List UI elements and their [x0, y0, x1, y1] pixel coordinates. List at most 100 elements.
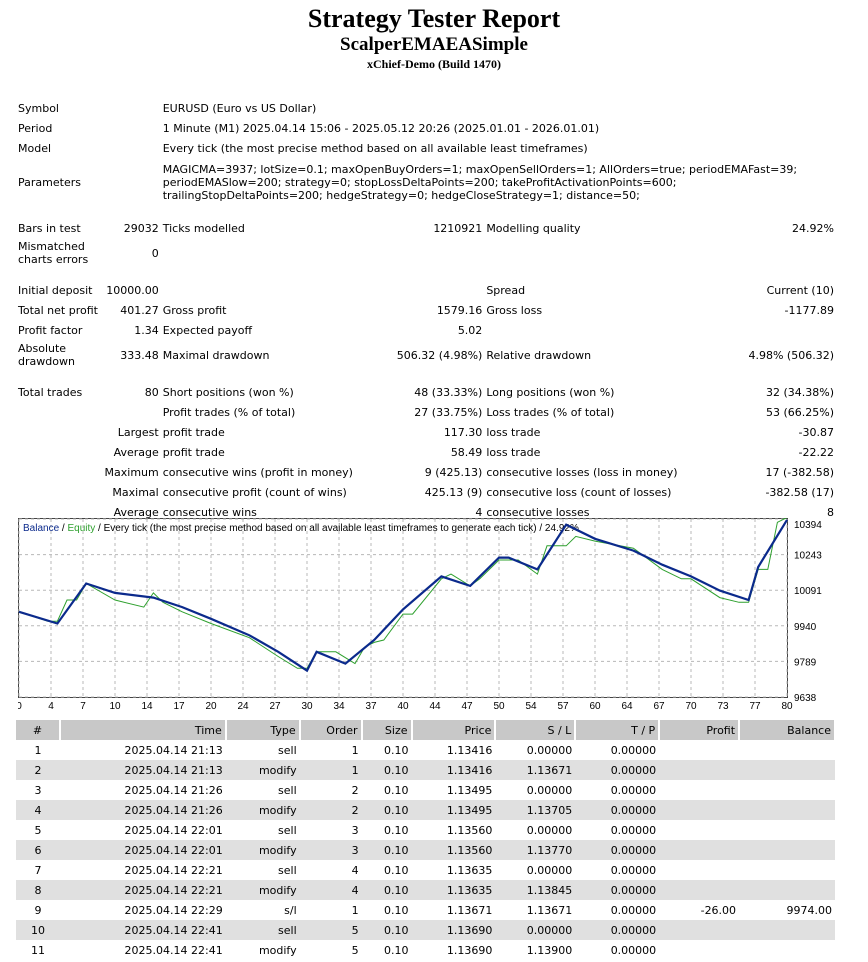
table-row: 10 2025.04.14 22:41 sell 5 0.10 1.13690 0.0000… — [16, 920, 835, 940]
average-loss-value: -22.22 — [798, 445, 834, 459]
table-cell: sell — [278, 743, 297, 757]
table-cell: 1 — [34, 743, 42, 757]
deals-col-header: Type — [225, 720, 301, 740]
largest-profit-label: profit trade — [162, 425, 225, 439]
y-tick-label: 10243 — [794, 551, 822, 562]
table-cell: 8 — [16, 880, 60, 900]
x-tick-label: 30 — [301, 701, 313, 712]
x-tick-label: 60 — [589, 701, 601, 712]
drawdown-row: Absolute drawdown 333.48 Maximal drawdow… — [16, 340, 836, 370]
ltrades-value: 53 (66.25%) — [765, 405, 834, 419]
table-cell — [659, 800, 740, 820]
table-row: 5 2025.04.14 22:01 sell 3 0.10 1.13560 0.00000… — [16, 820, 835, 840]
table-cell: 1.13635 — [411, 880, 496, 900]
table-cell: 1.13845 — [495, 880, 576, 900]
table-cell: 3 — [351, 823, 359, 837]
ltrades-label: Loss trades (% of total) — [486, 405, 615, 419]
x-tick-label: 73 — [717, 701, 729, 712]
x-tick-label: 37 — [365, 701, 377, 712]
x-tick-label: 24 — [237, 701, 249, 712]
ptrades-value: 27 (33.75%) — [414, 405, 483, 419]
table-cell: modify — [225, 760, 300, 780]
pf-row: Profit factor 1.34 Expected payoff 5.02 — [16, 320, 836, 340]
table-cell — [659, 860, 739, 880]
table-cell: 0.00000 — [610, 823, 657, 837]
table-cell: 0.10 — [384, 783, 409, 797]
trades-label: Total trades — [18, 385, 83, 399]
trades-row: Total trades 80 Short positions (won %) … — [16, 382, 836, 402]
table-cell: 0.00000 — [575, 880, 660, 900]
table-cell: 1.13416 — [446, 743, 493, 757]
table-cell: modify — [225, 800, 300, 820]
table-cell — [739, 760, 835, 780]
average-profit-label: profit trade — [162, 445, 225, 459]
report-header: Strategy Tester Report ScalperEMAEASimpl… — [0, 4, 868, 72]
symbol-value: EURUSD (Euro vs US Dollar) — [162, 101, 317, 115]
table-cell: 1.13690 — [411, 920, 496, 940]
bars-value: 29032 — [123, 221, 159, 235]
table-cell — [659, 880, 740, 900]
period-label: Period — [18, 121, 53, 135]
maxwins-label: consecutive wins (profit in money) — [162, 465, 353, 479]
table-cell: 0.00000 — [575, 840, 660, 860]
table-cell: 10 — [16, 920, 60, 940]
y-axis-ticks: 10394 10243 10091 9940 9789 9638 — [794, 520, 822, 704]
deals-col-header: # — [16, 720, 61, 740]
deals-col-header: T / P — [575, 720, 661, 740]
x-tick-label: 0 — [18, 701, 22, 712]
table-cell: 6 — [16, 840, 60, 860]
deposit-label: Initial deposit — [18, 283, 93, 297]
table-row: 11 2025.04.14 22:41 modify 5 0.10 1.13690 1.13… — [16, 940, 835, 960]
table-cell: 1.13671 — [495, 760, 576, 780]
table-cell: 9974.00 — [786, 903, 833, 917]
table-cell: 0.00000 — [575, 800, 660, 820]
table-cell: 0.00000 — [495, 920, 576, 940]
table-cell: 2025.04.14 21:13 — [59, 760, 226, 780]
table-cell: 0.10 — [361, 760, 412, 780]
largest-loss-label: loss trade — [486, 425, 541, 439]
table-cell: 1.13705 — [495, 800, 576, 820]
absdd-label: Absolute drawdown — [18, 342, 75, 368]
table-cell: 0.00000 — [526, 743, 573, 757]
table-cell: 0.00000 — [575, 760, 660, 780]
average-loss-label: loss trade — [486, 445, 541, 459]
largest-row: Largest profit trade 117.30 loss trade -… — [16, 422, 836, 442]
table-cell — [739, 940, 835, 960]
table-cell: 3 — [34, 783, 42, 797]
table-cell — [659, 820, 739, 840]
netprofit-row: Total net profit 401.27 Gross profit 157… — [16, 300, 836, 320]
table-cell: 1.13690 — [446, 943, 493, 957]
table-cell: 1.13671 — [446, 903, 493, 917]
table-cell: 0.10 — [384, 823, 409, 837]
deals-col-header: Price — [411, 720, 497, 740]
table-cell: -26.00 — [700, 903, 737, 917]
table-cell — [659, 780, 739, 800]
summary-table: Symbol EURUSD (Euro vs US Dollar) Period… — [16, 98, 836, 522]
table-cell: 2025.04.14 22:01 — [59, 840, 226, 860]
largest-label: Largest — [117, 425, 159, 439]
table-cell: 11 — [30, 943, 45, 957]
maximal-row: Maximal consecutive profit (count of win… — [16, 482, 836, 502]
table-cell: 2025.04.14 22:41 — [59, 920, 226, 940]
deals-col-header: S / L — [495, 720, 577, 740]
reldd-value: 4.98% (506.32) — [748, 348, 834, 362]
spread-label: Spread — [486, 283, 526, 297]
y-tick-label: 10091 — [794, 586, 822, 597]
model-row: Model Every tick (the most precise metho… — [16, 138, 836, 158]
table-cell: 7 — [34, 863, 42, 877]
deals-header-row: # Time Type Order Size Price S / LT / P Profit B… — [16, 720, 836, 740]
table-cell: 1.13416 — [411, 760, 496, 780]
x-tick-label: 80 — [781, 701, 793, 712]
maxwins-value: 9 (425.13) — [424, 465, 483, 479]
table-cell: modify — [258, 943, 297, 957]
table-cell — [659, 840, 740, 860]
grossprofit-label: Gross profit — [162, 303, 227, 317]
table-cell: 0.00000 — [610, 783, 657, 797]
maxdd-value: 506.32 (4.98%) — [396, 348, 483, 362]
maxlosses-label: consecutive losses (loss in money) — [486, 465, 678, 479]
table-cell: 1.13635 — [446, 863, 493, 877]
mismatch-label: Mismatched charts errors — [18, 240, 89, 266]
table-cell — [659, 940, 739, 960]
table-cell: 2 — [299, 800, 362, 820]
period-row: Period 1 Minute (M1) 2025.04.14 15:06 - … — [16, 118, 836, 138]
